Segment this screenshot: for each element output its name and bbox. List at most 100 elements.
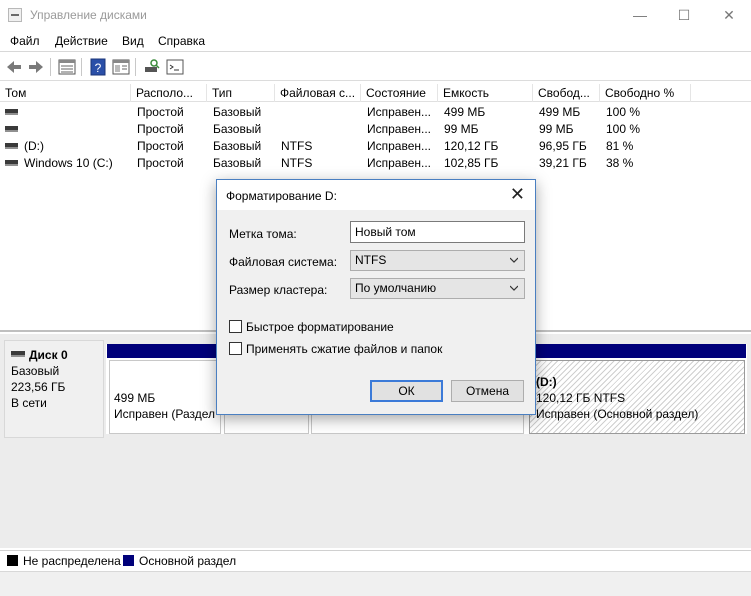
console-icon[interactable] [165, 57, 185, 77]
volume-free-percent: 100 % [606, 122, 641, 136]
volume-capacity: 102,85 ГБ [444, 156, 499, 170]
volume-free-space: 99 МБ [539, 122, 574, 136]
partition-d-label: (D:) [536, 375, 557, 389]
help-icon[interactable]: ? [88, 57, 108, 77]
dialog-title-bar: Форматирование D: ✕ [217, 180, 535, 210]
volume-status: Исправен... [367, 139, 432, 153]
volume-layout: Простой [137, 139, 184, 153]
format-dialog: Форматирование D: ✕ Метка тома: Новый то… [216, 179, 536, 415]
drive-icon [5, 160, 18, 166]
volume-capacity: 120,12 ГБ [444, 139, 499, 153]
volume-type: Базовый [213, 105, 262, 119]
volume-type: Базовый [213, 139, 262, 153]
quick-format-label: Быстрое форматирование [246, 320, 394, 334]
disk-size: 223,56 ГБ [11, 380, 66, 394]
partition-size: 499 МБ [114, 391, 156, 405]
legend-label-unallocated: Не распределена [23, 554, 121, 568]
column-header-volume[interactable]: Том [0, 84, 131, 102]
volume-layout: Простой [137, 122, 184, 136]
window-title: Управление дисками [30, 8, 147, 22]
volume-status: Исправен... [367, 122, 432, 136]
partition-d[interactable]: (D:) 120,12 ГБ NTFS Исправен (Основной р… [529, 360, 745, 434]
disk-icon [11, 351, 25, 357]
chevron-down-icon [510, 285, 518, 291]
minimize-button[interactable]: — [618, 0, 662, 30]
volume-layout: Простой [137, 105, 184, 119]
legend-swatch-primary [123, 555, 134, 566]
volume-layout: Простой [137, 156, 184, 170]
volume-free-space: 96,95 ГБ [539, 139, 587, 153]
toolbar-separator [50, 58, 51, 76]
column-header-capacity[interactable]: Емкость [438, 84, 533, 102]
legend-label-primary: Основной раздел [139, 554, 237, 568]
volume-free-percent: 81 % [606, 139, 634, 153]
close-button[interactable]: ✕ [707, 0, 751, 30]
svg-text:?: ? [95, 61, 102, 75]
legend-swatch-unallocated [7, 555, 18, 566]
menu-help[interactable]: Справка [158, 34, 205, 48]
volume-free-percent: 38 % [606, 156, 634, 170]
volume-row[interactable]: Windows 10 (C:) Простой Базовый NTFS Исп… [0, 155, 751, 172]
volume-free-space: 39,21 ГБ [539, 156, 587, 170]
drive-icon [5, 109, 18, 115]
compression-checkbox[interactable] [229, 342, 242, 355]
legend-bar: Не распределена Основной раздел [0, 550, 751, 570]
disk-info-panel[interactable]: Диск 0 Базовый 223,56 ГБ В сети [4, 340, 104, 438]
menu-action[interactable]: Действие [55, 34, 108, 48]
menu-bar: Файл Действие Вид Справка [0, 30, 751, 52]
partition-d-status: Исправен (Основной раздел) [536, 407, 699, 421]
volume-list-icon[interactable] [57, 57, 77, 77]
chevron-down-icon [510, 257, 518, 263]
column-header-type[interactable]: Тип [207, 84, 275, 102]
disk-status: В сети [11, 396, 47, 410]
volume-free-space: 499 МБ [539, 105, 581, 119]
back-arrow-icon[interactable] [4, 57, 24, 77]
column-header-free-percent[interactable]: Свободно % [600, 84, 691, 102]
volume-row[interactable]: (D:) Простой Базовый NTFS Исправен... 12… [0, 138, 751, 155]
volume-label-label: Метка тома: [229, 227, 297, 241]
cluster-size-select[interactable]: По умолчанию [350, 278, 525, 299]
column-header-layout[interactable]: Располо... [131, 84, 207, 102]
drive-icon [5, 143, 18, 149]
column-header-status[interactable]: Состояние [361, 84, 438, 102]
forward-arrow-icon[interactable] [26, 57, 46, 77]
disk-type: Базовый [11, 364, 60, 378]
volume-type: Базовый [213, 156, 262, 170]
cancel-button[interactable]: Отмена [451, 380, 524, 402]
menu-file[interactable]: Файл [10, 34, 40, 48]
disk-management-app-icon [8, 8, 22, 22]
filesystem-label: Файловая система: [229, 255, 338, 269]
filesystem-select[interactable]: NTFS [350, 250, 525, 271]
volume-row[interactable]: Простой Базовый Исправен... 499 МБ 499 М… [0, 104, 751, 121]
status-bar [0, 571, 751, 596]
volume-filesystem: NTFS [281, 139, 313, 153]
volume-free-percent: 100 % [606, 105, 641, 119]
volume-status: Исправен... [367, 156, 432, 170]
drive-icon [5, 126, 18, 132]
rescan-icon[interactable] [142, 57, 162, 77]
compression-label: Применять сжатие файлов и папок [246, 342, 443, 356]
cluster-size-value: По умолчанию [355, 281, 437, 295]
properties-icon[interactable] [111, 57, 131, 77]
volume-row[interactable]: Простой Базовый Исправен... 99 МБ 99 МБ … [0, 121, 751, 138]
volume-type: Базовый [213, 122, 262, 136]
partition-status: Исправен (Раздел [114, 407, 216, 421]
volume-label-input[interactable]: Новый том [350, 221, 525, 243]
volume-name: (D:) [24, 139, 44, 153]
partition-system-reserved[interactable]: 499 МБ Исправен (Раздел [109, 360, 221, 434]
quick-format-checkbox[interactable] [229, 320, 242, 333]
column-header-filesystem[interactable]: Файловая с... [275, 84, 361, 102]
dialog-close-icon[interactable]: ✕ [510, 184, 525, 205]
ok-button[interactable]: ОК [370, 380, 443, 402]
column-header-free-space[interactable]: Свобод... [533, 84, 600, 102]
title-bar: Управление дисками — ☐ ✕ [0, 0, 751, 30]
partition-d-size: 120,12 ГБ NTFS [536, 391, 626, 405]
volume-list-header: Том Располо... Тип Файловая с... Состоян… [0, 84, 751, 102]
volume-status: Исправен... [367, 105, 432, 119]
filesystem-value: NTFS [355, 253, 387, 267]
volume-capacity: 99 МБ [444, 122, 479, 136]
menu-view[interactable]: Вид [122, 34, 144, 48]
volume-name: Windows 10 (C:) [24, 156, 113, 170]
maximize-button[interactable]: ☐ [662, 0, 706, 30]
volume-filesystem: NTFS [281, 156, 313, 170]
